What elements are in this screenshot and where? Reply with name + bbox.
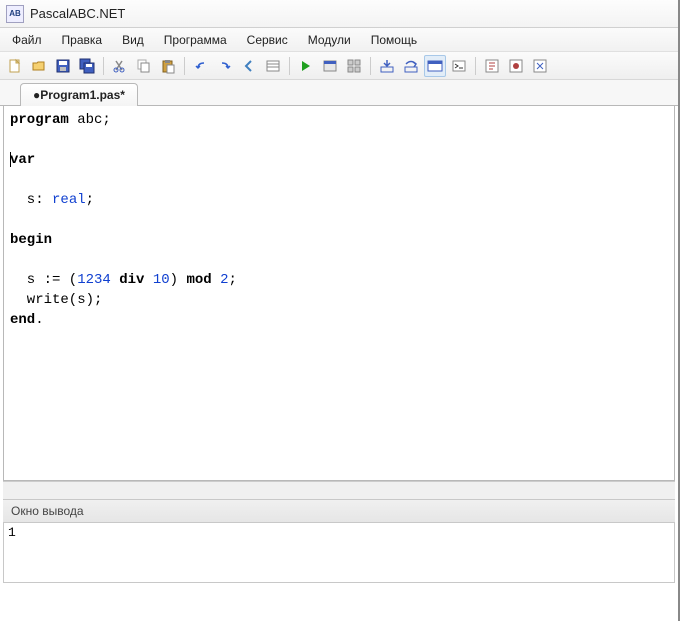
options-icon[interactable] [529,55,551,77]
menu-program[interactable]: Программа [154,30,237,50]
menu-view[interactable]: Вид [112,30,154,50]
output-icon[interactable] [448,55,470,77]
properties-icon[interactable] [262,55,284,77]
open-file-icon[interactable] [28,55,50,77]
code-text: write(s); [10,292,102,308]
step-over-icon[interactable] [400,55,422,77]
form-icon[interactable] [319,55,341,77]
toolbar-separator [475,57,476,75]
code-text: abc; [69,112,111,128]
nav-back-icon[interactable] [238,55,260,77]
code-content: program abc; var s: real; begin s := (12… [4,106,674,334]
app-title: PascalABC.NET [30,6,125,21]
toolbar [0,52,678,80]
code-text: ; [229,272,237,288]
code-num: 10 [153,272,170,288]
code-kw: begin [10,232,52,248]
output-header: Окно вывода [3,499,675,523]
output-text: 1 [8,525,16,540]
code-text: ) [170,272,187,288]
code-text [111,272,119,288]
save-icon[interactable] [52,55,74,77]
menu-edit[interactable]: Правка [52,30,113,50]
console-icon[interactable] [424,55,446,77]
tab-program1[interactable]: ●Program1.pas* [20,83,138,106]
toolbar-separator [370,57,371,75]
toolbar-separator [103,57,104,75]
toolbar-separator [289,57,290,75]
app-icon: AB [6,5,24,23]
save-all-icon[interactable] [76,55,98,77]
step-into-icon[interactable] [376,55,398,77]
code-kw: div [119,272,144,288]
menu-file[interactable]: Файл [2,30,52,50]
code-text: . [35,312,43,328]
cut-icon[interactable] [109,55,131,77]
code-editor[interactable]: program abc; var s: real; begin s := (12… [3,106,675,481]
grid-icon[interactable] [343,55,365,77]
menu-help[interactable]: Помощь [361,30,427,50]
undo-icon[interactable] [190,55,212,77]
scroll-area [3,481,675,499]
redo-icon[interactable] [214,55,236,77]
compile-icon[interactable] [481,55,503,77]
tab-strip: ●Program1.pas* [0,80,678,106]
code-kw: var [10,152,35,168]
menu-service[interactable]: Сервис [237,30,298,50]
code-kw: program [10,112,69,128]
code-text: ; [86,192,94,208]
code-text [144,272,152,288]
new-file-icon[interactable] [4,55,26,77]
copy-icon[interactable] [133,55,155,77]
menu-bar: Файл Правка Вид Программа Сервис Модули … [0,28,678,52]
output-body[interactable]: 1 [3,523,675,583]
toolbar-separator [184,57,185,75]
debug-icon[interactable] [505,55,527,77]
code-kw: mod [186,272,211,288]
paste-icon[interactable] [157,55,179,77]
run-icon[interactable] [295,55,317,77]
title-bar: AB PascalABC.NET [0,0,678,28]
code-type: real [52,192,86,208]
code-text: s: [10,192,52,208]
code-num: 2 [220,272,228,288]
code-text [212,272,220,288]
code-num: 1234 [77,272,111,288]
code-text: s := ( [10,272,77,288]
code-kw: end [10,312,35,328]
menu-modules[interactable]: Модули [298,30,361,50]
